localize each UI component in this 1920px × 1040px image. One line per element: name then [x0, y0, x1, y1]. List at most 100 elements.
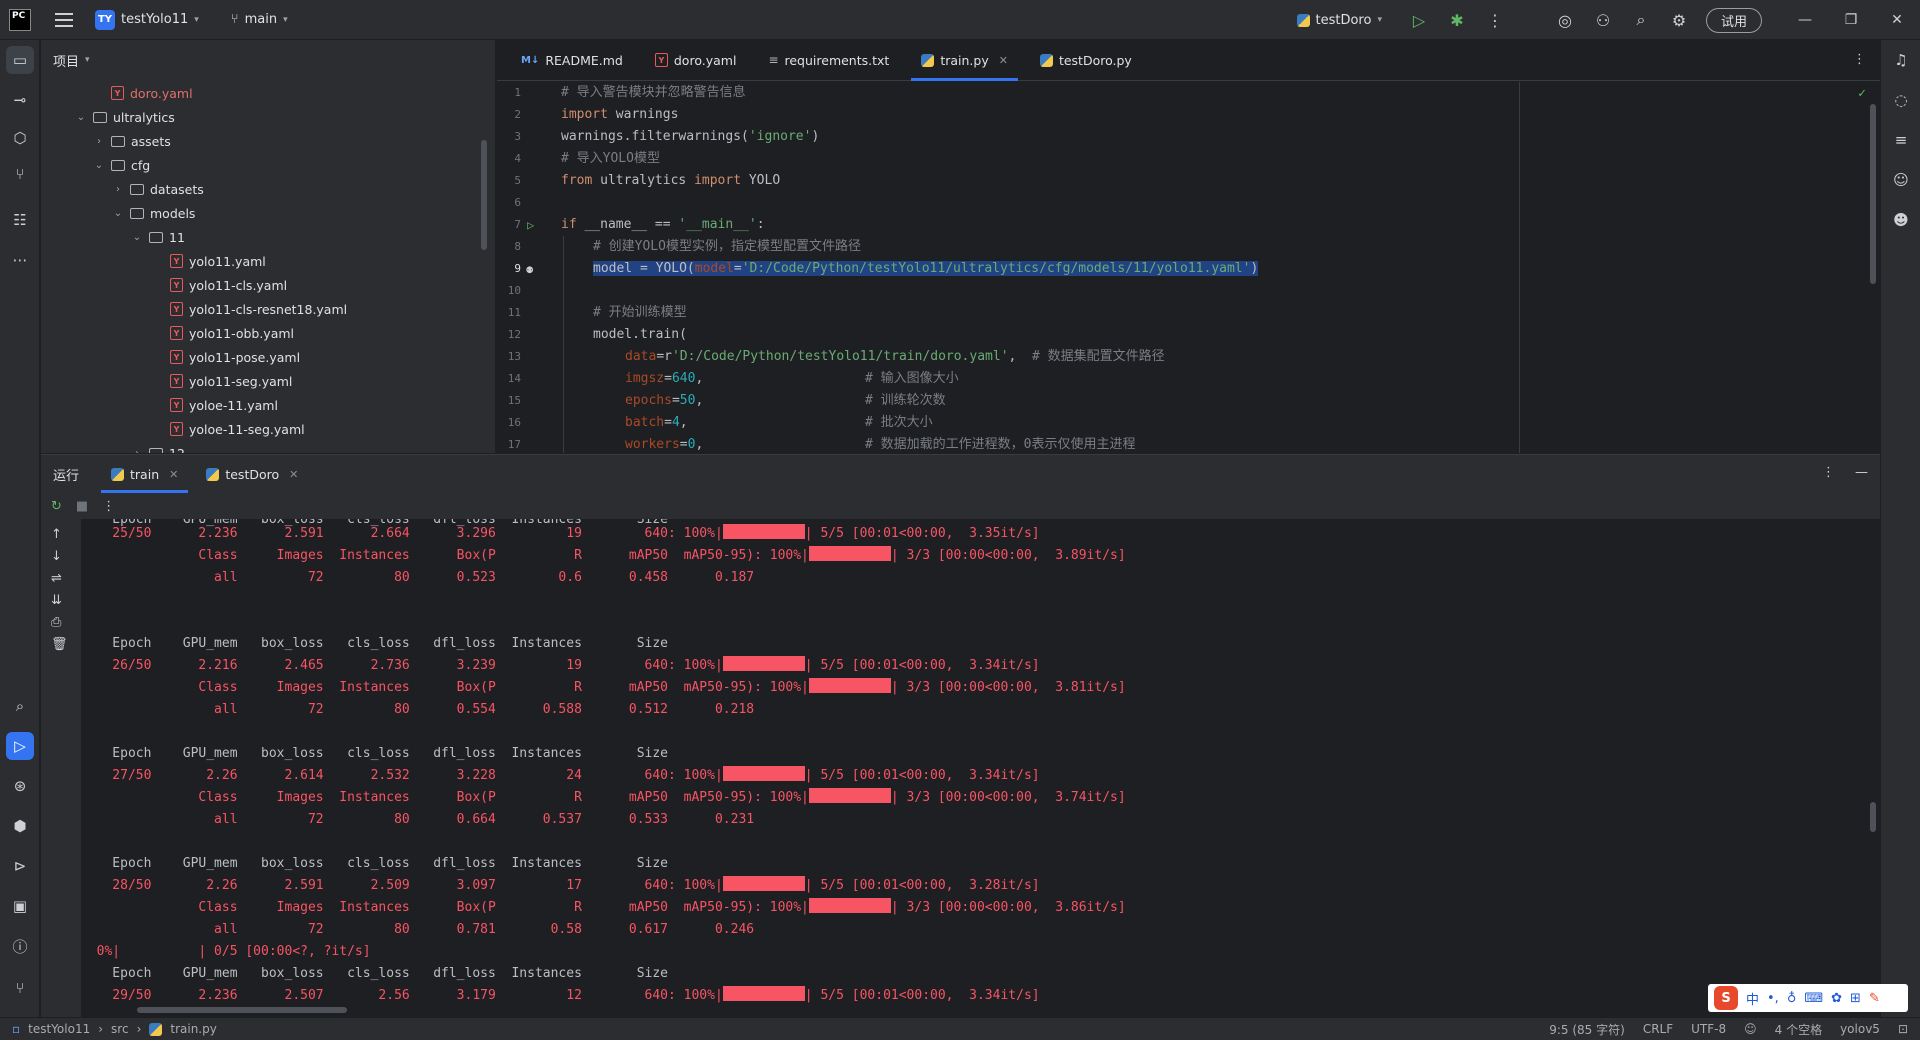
- python-interpreter[interactable]: yolov5: [1840, 1022, 1880, 1036]
- tab-requirements[interactable]: ≡ requirements.txt: [752, 40, 905, 80]
- breadcrumb-src[interactable]: src: [111, 1022, 129, 1036]
- clear-trash-icon[interactable]: 🗑: [51, 637, 68, 652]
- run-gutter-icon[interactable]: ▷: [527, 214, 534, 236]
- python-console-icon[interactable]: ⊛: [6, 772, 34, 800]
- tree-item-yaml[interactable]: Y yolo11-pose.yaml: [170, 345, 300, 369]
- chevron-right-icon[interactable]: ›: [131, 448, 143, 454]
- vcs-branch-selector[interactable]: ⑂ main ▾: [231, 12, 288, 27]
- caret-position[interactable]: 9:5 (85 字符): [1549, 1021, 1625, 1038]
- project-panel-header[interactable]: 项目 ▾: [41, 40, 495, 80]
- add-user-icon[interactable]: ⚇: [1592, 9, 1614, 31]
- chevron-right-icon[interactable]: ›: [112, 184, 124, 195]
- tree-item-yaml[interactable]: Y yolo11-cls.yaml: [170, 273, 287, 297]
- more-tabs-icon[interactable]: ⋮: [1853, 52, 1866, 67]
- terminal-icon[interactable]: ▣: [6, 892, 34, 920]
- close-icon[interactable]: ✕: [169, 468, 178, 481]
- project-folder-icon[interactable]: ▭: [6, 46, 34, 74]
- more-icon[interactable]: ⋮: [102, 499, 115, 514]
- tree-item-12[interactable]: › 12: [131, 441, 185, 453]
- run-tool-icon[interactable]: ▷: [6, 732, 34, 760]
- tree-item-yaml[interactable]: Y yoloe-11-seg.yaml: [170, 417, 305, 441]
- tab-readme[interactable]: M↓ README.md: [505, 40, 639, 80]
- tab-testdoro-py[interactable]: testDoro.py: [1024, 40, 1148, 80]
- settings-gear-icon[interactable]: ⚙: [1668, 9, 1690, 31]
- editor-scrollbar[interactable]: [1870, 104, 1876, 284]
- minimize-window-icon[interactable]: —: [1782, 12, 1828, 28]
- ime-toolbar[interactable]: S 中 •, ♁ ⌨ ✿ ⊞ ✎: [1708, 984, 1908, 1012]
- soft-wrap-icon[interactable]: ⇌: [51, 571, 62, 586]
- close-icon[interactable]: ✕: [999, 54, 1008, 67]
- inspection-ok-icon[interactable]: ✓: [1858, 86, 1866, 101]
- breadcrumb-project[interactable]: testYolo11: [28, 1022, 90, 1036]
- more-actions-icon[interactable]: ⋮: [1484, 9, 1506, 31]
- console-horizontal-scrollbar[interactable]: [137, 1007, 347, 1013]
- tree-item-yaml[interactable]: Y yolo11-seg.yaml: [170, 369, 292, 393]
- breadcrumb-file[interactable]: train.py: [170, 1022, 216, 1036]
- search-icon[interactable]: ⌕: [1630, 9, 1652, 31]
- commit-icon[interactable]: ⊸: [6, 86, 34, 114]
- tree-item-cfg[interactable]: ⌄ cfg: [93, 153, 150, 177]
- database-icon[interactable]: ≡: [1887, 126, 1915, 154]
- indent-setting[interactable]: 4 个空格: [1775, 1021, 1822, 1038]
- copilot-chat-icon[interactable]: ☻: [1887, 206, 1915, 234]
- structure-icon[interactable]: ☷: [6, 206, 34, 234]
- tree-item-datasets[interactable]: › datasets: [112, 177, 204, 201]
- close-icon[interactable]: ✕: [289, 468, 298, 481]
- ai-chat-icon[interactable]: ◌: [1887, 86, 1915, 114]
- debug-tool-icon[interactable]: ⊳: [6, 852, 34, 880]
- run-config-selector[interactable]: testDoro ▾: [1296, 13, 1382, 28]
- lock-icon[interactable]: ⊡: [1898, 1022, 1908, 1036]
- tree-item-assets[interactable]: › assets: [93, 129, 171, 153]
- close-window-icon[interactable]: ✕: [1874, 12, 1920, 28]
- chevron-down-icon[interactable]: ⌄: [93, 160, 105, 171]
- scroll-to-end-icon[interactable]: ⇊: [51, 593, 62, 608]
- tree-item-doro-yaml[interactable]: Y doro.yaml: [111, 81, 193, 105]
- tab-train-py[interactable]: train.py ✕: [905, 40, 1024, 81]
- find-icon[interactable]: ⌕: [6, 692, 34, 720]
- chevron-right-icon[interactable]: ›: [93, 136, 105, 147]
- problems-icon[interactable]: ⓘ: [6, 932, 34, 960]
- copilot-icon[interactable]: ☺: [1887, 166, 1915, 194]
- hide-panel-icon[interactable]: —: [1855, 465, 1868, 480]
- run-tab-train[interactable]: train ✕: [97, 455, 192, 493]
- trial-button[interactable]: 试用: [1705, 7, 1762, 33]
- notifications-bell-icon[interactable]: ♫: [1887, 46, 1915, 74]
- rerun-icon[interactable]: ↻: [51, 499, 62, 514]
- print-icon[interactable]: ⎙: [51, 615, 61, 630]
- pull-requests-icon[interactable]: ⑂: [6, 160, 34, 188]
- chevron-down-icon[interactable]: ⌄: [131, 232, 143, 243]
- chevron-down-icon[interactable]: ⌄: [112, 208, 124, 219]
- chevron-down-icon[interactable]: ⌄: [75, 112, 87, 123]
- tree-item-yaml[interactable]: Y yolo11.yaml: [170, 249, 266, 273]
- services-icon[interactable]: ⬢: [6, 812, 34, 840]
- microphone-icon[interactable]: ♁: [1787, 991, 1797, 1006]
- shirt-icon[interactable]: ✎: [1869, 991, 1880, 1006]
- tab-doro-yaml[interactable]: Y doro.yaml: [639, 40, 753, 80]
- keyboard-icon[interactable]: ⌨: [1804, 991, 1823, 1006]
- tree-item-ultralytics[interactable]: ⌄ ultralytics: [75, 105, 175, 129]
- file-encoding[interactable]: UTF-8: [1691, 1022, 1726, 1036]
- more-tools-icon[interactable]: ⋯: [6, 246, 34, 274]
- run-icon[interactable]: ▷: [1408, 9, 1430, 31]
- stop-icon[interactable]: ■: [76, 499, 88, 514]
- intention-bulb-icon[interactable]: ⚉: [526, 258, 533, 280]
- tree-item-yaml[interactable]: Y yoloe-11.yaml: [170, 393, 278, 417]
- project-selector[interactable]: TY testYolo11 ▾: [95, 9, 199, 30]
- skin-icon[interactable]: ✿: [1831, 991, 1842, 1006]
- tree-item-models[interactable]: ⌄ models: [112, 201, 196, 225]
- ai-assistant-icon[interactable]: ◎: [1554, 9, 1576, 31]
- git-icon[interactable]: ⑂: [6, 974, 34, 1002]
- sogou-logo-icon[interactable]: S: [1714, 986, 1738, 1010]
- tree-item-11[interactable]: ⌄ 11: [131, 225, 185, 249]
- options-icon[interactable]: ⋮: [1822, 465, 1835, 480]
- copilot-status-icon[interactable]: ☺: [1744, 1022, 1757, 1036]
- run-tab-testdoro[interactable]: testDoro ✕: [192, 455, 312, 493]
- debug-icon[interactable]: ✱: [1446, 9, 1468, 31]
- toolbox-icon[interactable]: ⊞: [1850, 991, 1861, 1006]
- ime-language[interactable]: 中: [1746, 989, 1759, 1008]
- scroll-down-icon[interactable]: ↓: [51, 549, 62, 564]
- console-vertical-scrollbar[interactable]: [1870, 802, 1876, 832]
- code-editor[interactable]: ✓ 1 2 3 4 5 6 7 8 9 10 11 12 13 14 15 16…: [497, 82, 1880, 453]
- tree-item-yaml[interactable]: Y yolo11-obb.yaml: [170, 321, 294, 345]
- scroll-up-icon[interactable]: ↑: [51, 527, 62, 542]
